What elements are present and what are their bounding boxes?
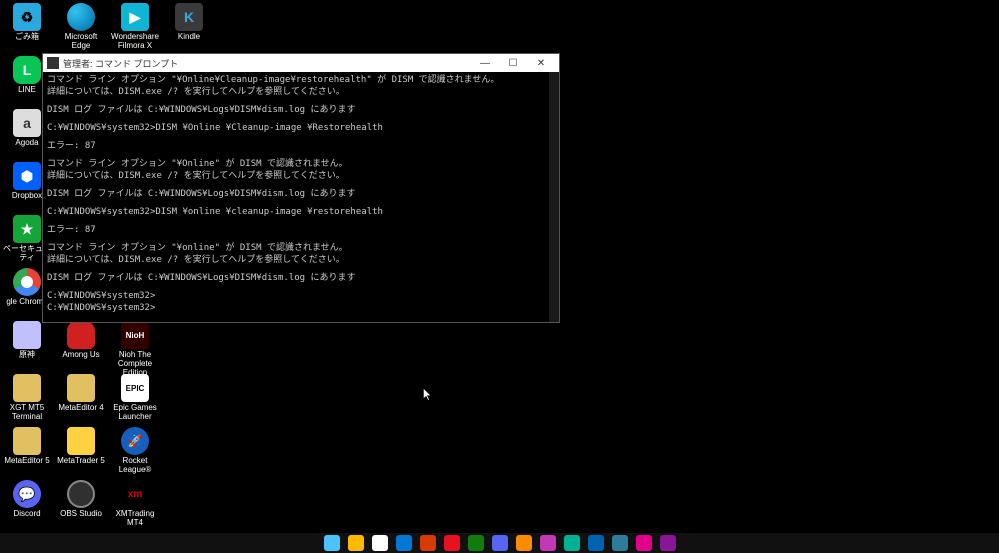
- taskbar-app-icon[interactable]: [468, 535, 484, 551]
- desktop-icon-label: Agoda: [15, 138, 38, 147]
- scrollbar-thumb[interactable]: [549, 72, 559, 90]
- security-icon: ★: [13, 215, 41, 243]
- amongus-icon: [67, 321, 95, 349]
- taskbar-app-icon[interactable]: [636, 535, 652, 551]
- terminal-line: コマンド ライン オプション "¥Online" が DISM で認識されません…: [47, 158, 545, 170]
- terminal-line: コマンド ライン オプション "¥online" が DISM で認識されません…: [47, 242, 545, 254]
- taskbar-app-icon[interactable]: [612, 535, 628, 551]
- genshin-icon: [13, 321, 41, 349]
- desktop-icon-label: Wondershare Filmora X: [111, 32, 159, 50]
- kindle-icon: K: [175, 3, 203, 31]
- taskbar-app-icon[interactable]: [516, 535, 532, 551]
- close-button[interactable]: ✕: [527, 54, 555, 72]
- desktop-icon-discord[interactable]: 💬Discord: [0, 477, 54, 530]
- discord-icon: 💬: [13, 480, 41, 508]
- desktop-icon-label: Among Us: [62, 350, 99, 359]
- desktop-icon-label: Kindle: [178, 32, 200, 41]
- terminal-line: C:¥WINDOWS¥system32>DISM ¥online ¥cleanu…: [47, 206, 545, 218]
- taskbar-app-icon[interactable]: [588, 535, 604, 551]
- terminal-output[interactable]: コマンド ライン オプション "¥Online¥Cleanup-image¥re…: [43, 72, 559, 322]
- terminal-line: C:¥WINDOWS¥system32>: [47, 302, 545, 314]
- chrome-icon: [13, 268, 41, 296]
- xm-icon: xm: [121, 480, 149, 508]
- taskbar[interactable]: [0, 533, 999, 553]
- command-prompt-window[interactable]: 管理者: コマンド プロンプト — ☐ ✕ コマンド ライン オプション "¥O…: [42, 53, 560, 323]
- desktop-icon-label: Microsoft Edge: [55, 32, 107, 50]
- recycle-bin-icon: ♻: [13, 3, 41, 31]
- desktop-icon-label: Epic Games Launcher: [113, 403, 157, 421]
- mouse-cursor-icon: [423, 388, 433, 402]
- terminal-line: コマンド ライン オプション "¥Online¥Cleanup-image¥re…: [47, 74, 545, 86]
- mt5term-icon: [13, 374, 41, 402]
- taskbar-app-icon[interactable]: [420, 535, 436, 551]
- metatrader5-icon: [67, 427, 95, 455]
- terminal-line: DISM ログ ファイルは C:¥WINDOWS¥Logs¥DISM¥dism.…: [47, 272, 545, 284]
- maximize-button[interactable]: ☐: [499, 54, 527, 72]
- desktop-icon-edge[interactable]: Microsoft Edge: [54, 0, 108, 53]
- desktop-icon-mt5term[interactable]: XGT MT5 Terminal: [0, 371, 54, 424]
- desktop-icon-nioh[interactable]: NioHNioh The Complete Edition: [108, 318, 162, 371]
- taskbar-app-icon[interactable]: [348, 535, 364, 551]
- taskbar-app-icon[interactable]: [540, 535, 556, 551]
- metaeditor4-icon: [67, 374, 95, 402]
- desktop-icon-metaeditor4[interactable]: MetaEditor 4: [54, 371, 108, 424]
- desktop-icon-label: 原神: [19, 350, 35, 359]
- desktop-icon-label: MetaEditor 5: [4, 456, 49, 465]
- terminal-line: C:¥WINDOWS¥system32>DISM ¥Online ¥Cleanu…: [47, 122, 545, 134]
- taskbar-app-icon[interactable]: [372, 535, 388, 551]
- terminal-line: エラー: 87: [47, 224, 545, 236]
- desktop-icon-filmora[interactable]: ▶Wondershare Filmora X: [108, 0, 162, 53]
- desktop-icon-label: XMTrading MT4: [109, 509, 161, 527]
- desktop-icon-epic[interactable]: EPICEpic Games Launcher: [108, 371, 162, 424]
- desktop-icon-label: Rocket League®: [109, 456, 161, 474]
- desktop-icon-metaeditor5[interactable]: MetaEditor 5: [0, 424, 54, 477]
- window-title: 管理者: コマンド プロンプト: [63, 57, 471, 70]
- desktop-icon-recycle-bin[interactable]: ♻ごみ箱: [0, 0, 54, 53]
- desktop-icon-label: MetaEditor 4: [58, 403, 103, 412]
- desktop-icon-metatrader5[interactable]: MetaTrader 5: [54, 424, 108, 477]
- terminal-line: エラー: 87: [47, 140, 545, 152]
- desktop-icon-label: Dropbox: [12, 191, 42, 200]
- terminal-line: DISM ログ ファイルは C:¥WINDOWS¥Logs¥DISM¥dism.…: [47, 188, 545, 200]
- taskbar-app-icon[interactable]: [660, 535, 676, 551]
- nioh-icon: NioH: [121, 321, 149, 349]
- obs-icon: [67, 480, 95, 508]
- desktop-icon-label: LINE: [18, 85, 36, 94]
- metaeditor5-icon: [13, 427, 41, 455]
- taskbar-app-icon[interactable]: [324, 535, 340, 551]
- desktop-icon-label: Discord: [13, 509, 40, 518]
- desktop-icon-xm[interactable]: xmXMTrading MT4: [108, 477, 162, 530]
- terminal-line: 詳細については、DISM.exe /? を実行してヘルプを参照してください。: [47, 86, 545, 98]
- epic-icon: EPIC: [121, 374, 149, 402]
- taskbar-app-icon[interactable]: [396, 535, 412, 551]
- desktop-icon-label: XGT MT5 Terminal: [10, 403, 45, 421]
- cmd-icon: [47, 57, 59, 69]
- taskbar-app-icon[interactable]: [444, 535, 460, 551]
- agoda-icon: a: [13, 109, 41, 137]
- desktop-icon-label: MetaTrader 5: [57, 456, 105, 465]
- titlebar[interactable]: 管理者: コマンド プロンプト — ☐ ✕: [43, 54, 559, 72]
- desktop-icon-label: OBS Studio: [60, 509, 102, 518]
- terminal-line: 詳細については、DISM.exe /? を実行してヘルプを参照してください。: [47, 170, 545, 182]
- minimize-button[interactable]: —: [471, 54, 499, 72]
- desktop[interactable]: ♻ごみ箱LLINEaAgoda⬢Dropbox★ペーセキュリティgle Chro…: [0, 0, 999, 553]
- desktop-icon-genshin[interactable]: 原神: [0, 318, 54, 371]
- terminal-line: 詳細については、DISM.exe /? を実行してヘルプを参照してください。: [47, 254, 545, 266]
- terminal-line: C:¥WINDOWS¥system32>: [47, 290, 545, 302]
- desktop-icon-rocketleague[interactable]: 🚀Rocket League®: [108, 424, 162, 477]
- taskbar-app-icon[interactable]: [492, 535, 508, 551]
- desktop-icon-label: ごみ箱: [15, 32, 39, 41]
- terminal-line: DISM ログ ファイルは C:¥WINDOWS¥Logs¥DISM¥dism.…: [47, 104, 545, 116]
- desktop-icon-amongus[interactable]: Among Us: [54, 318, 108, 371]
- filmora-icon: ▶: [121, 3, 149, 31]
- desktop-icon-obs[interactable]: OBS Studio: [54, 477, 108, 530]
- edge-icon: [67, 3, 95, 31]
- line-icon: L: [13, 56, 41, 84]
- dropbox-icon: ⬢: [13, 162, 41, 190]
- rocketleague-icon: 🚀: [121, 427, 149, 455]
- desktop-icon-kindle[interactable]: KKindle: [162, 0, 216, 53]
- taskbar-app-icon[interactable]: [564, 535, 580, 551]
